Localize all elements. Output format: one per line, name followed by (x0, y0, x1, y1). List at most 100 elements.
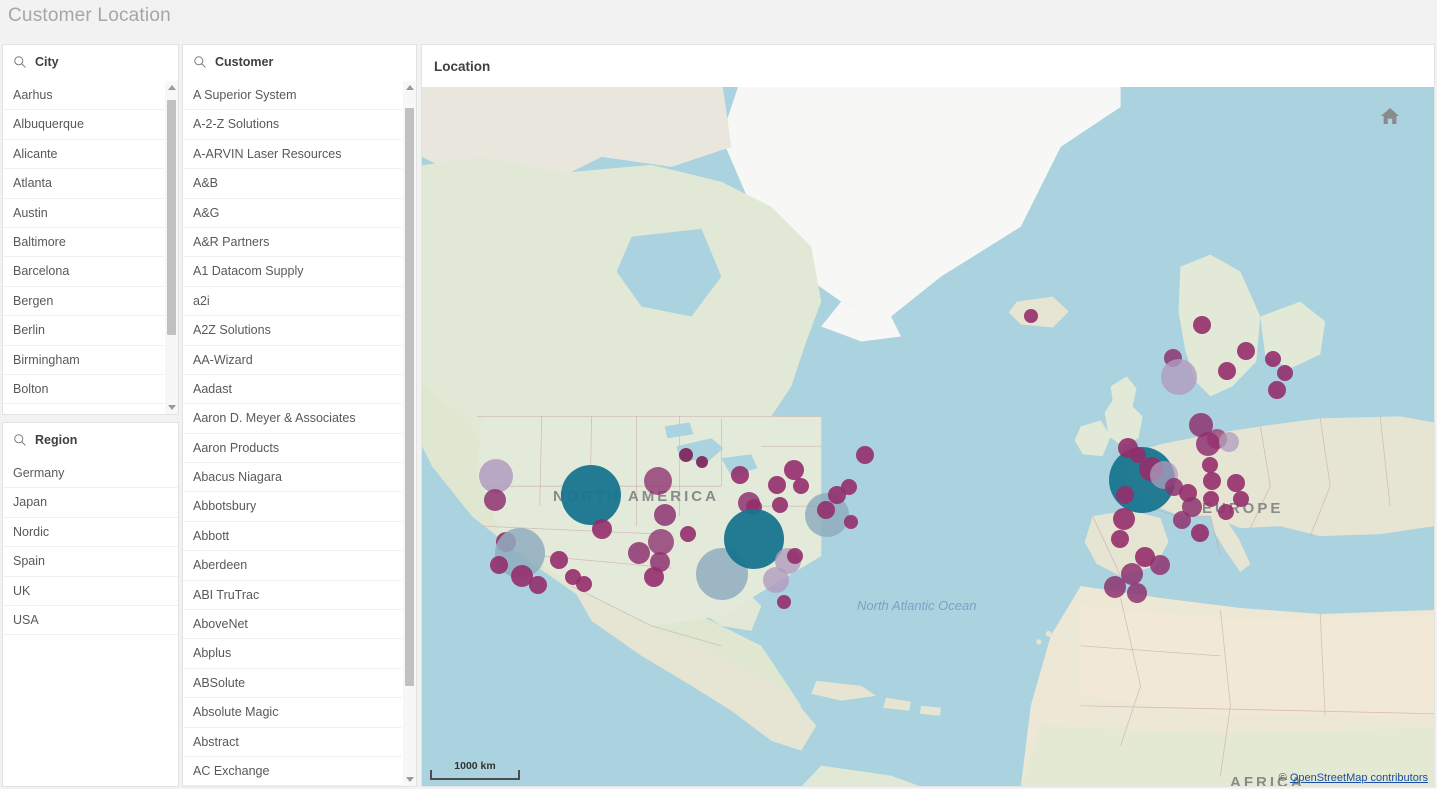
openstreetmap-link[interactable]: OpenStreetMap contributors (1290, 772, 1428, 784)
map-bubble[interactable] (561, 465, 621, 525)
customer-list-item[interactable]: Abplus (183, 639, 402, 669)
map-bubble[interactable] (679, 448, 693, 462)
map-bubble[interactable] (1127, 583, 1147, 603)
map-bubble[interactable] (644, 467, 672, 495)
customer-list-item[interactable]: Absolute Magic (183, 698, 402, 728)
customer-list-item[interactable]: A1 Datacom Supply (183, 257, 402, 287)
map-bubble[interactable] (1218, 504, 1234, 520)
map-bubble[interactable] (1233, 491, 1249, 507)
city-list-item[interactable]: Baltimore (3, 227, 164, 258)
customer-list-item[interactable]: A2Z Solutions (183, 316, 402, 346)
map-bubble[interactable] (1277, 365, 1293, 381)
map-bubble[interactable] (680, 526, 696, 542)
map-bubble[interactable] (1203, 472, 1221, 490)
city-list-item[interactable]: Bolton (3, 374, 164, 405)
city-list-item[interactable]: Austin (3, 198, 164, 228)
region-list-items[interactable]: Germany Japan Nordic Spain UK USA (3, 459, 178, 786)
city-list-items[interactable]: Aarhus Albuquerque Alicante Atlanta Austin Ba… (3, 81, 164, 414)
customer-scrollbar-thumb[interactable] (405, 107, 414, 687)
map-bubble[interactable] (592, 519, 612, 539)
map-bubble[interactable] (1202, 457, 1218, 473)
map-bubble[interactable] (777, 595, 791, 609)
map-bubble[interactable] (1227, 474, 1245, 492)
map-bubble[interactable] (1173, 511, 1191, 529)
map-bubble[interactable] (1024, 309, 1038, 323)
customer-filter-header[interactable]: Customer (183, 45, 416, 80)
map-bubble[interactable] (529, 576, 547, 594)
map-bubble[interactable] (576, 576, 592, 592)
region-list-item[interactable]: USA (3, 605, 178, 636)
customer-scroll-up-arrow[interactable] (403, 81, 416, 94)
customer-list-item[interactable]: A-2-Z Solutions (183, 110, 402, 140)
map-bubble[interactable] (856, 446, 874, 464)
map-bubble[interactable] (793, 478, 809, 494)
region-list-item[interactable]: Germany (3, 459, 178, 489)
map-bubble[interactable] (844, 515, 858, 529)
region-filter-header[interactable]: Region (3, 423, 178, 458)
city-list-item[interactable]: Albuquerque (3, 110, 164, 140)
city-list[interactable]: Aarhus Albuquerque Alicante Atlanta Austin Ba… (3, 81, 178, 414)
map-bubble[interactable] (784, 460, 804, 480)
home-icon[interactable] (1380, 106, 1400, 126)
city-filter-header[interactable]: City (3, 45, 178, 80)
map-bubble[interactable] (1203, 491, 1219, 507)
customer-list-item[interactable]: Abbotsbury (183, 492, 402, 522)
customer-list-item[interactable]: Aaron D. Meyer & Associates (183, 404, 402, 434)
map-bubble[interactable] (696, 456, 708, 468)
map-bubble[interactable] (1113, 508, 1135, 530)
map-bubble[interactable] (1150, 555, 1170, 575)
map-bubble[interactable] (484, 489, 506, 511)
map-bubble[interactable] (628, 542, 650, 564)
city-list-item[interactable]: Bergen (3, 286, 164, 317)
region-list-item[interactable]: UK (3, 576, 178, 606)
customer-list-item[interactable]: A&G (183, 198, 402, 228)
map-bubble[interactable] (1193, 316, 1211, 334)
map-bubble[interactable] (1161, 359, 1197, 395)
map-bubble[interactable] (1268, 381, 1286, 399)
customer-list-item[interactable]: Abstract (183, 727, 402, 757)
map-viewport[interactable]: NORTH AMERICA EUROPE AFRICA North Atlantic… (422, 87, 1434, 786)
customer-list-item[interactable]: Aadast (183, 374, 402, 405)
customer-list-item[interactable]: ABI TruTrac (183, 580, 402, 611)
customer-list-item[interactable]: AA-Wizard (183, 345, 402, 375)
map-bubble[interactable] (787, 548, 803, 564)
map-bubble[interactable] (841, 479, 857, 495)
city-list-item[interactable]: Birmingham (3, 345, 164, 375)
city-list-item[interactable]: Alicante (3, 139, 164, 170)
city-scroll-up-arrow[interactable] (165, 81, 178, 94)
map-bubble[interactable] (1237, 342, 1255, 360)
map-bubble[interactable] (772, 497, 788, 513)
map-bubble[interactable] (1116, 486, 1134, 504)
customer-list-item[interactable]: a2i (183, 286, 402, 317)
map-bubble[interactable] (1191, 524, 1209, 542)
customer-list-item[interactable]: AboveNet (183, 610, 402, 640)
customer-list-item[interactable]: Aaron Products (183, 433, 402, 464)
map-bubble[interactable] (490, 556, 508, 574)
customer-list-item[interactable]: Aberdeen (183, 551, 402, 581)
map-bubble[interactable] (1265, 351, 1281, 367)
customer-scroll-down-arrow[interactable] (403, 773, 416, 786)
map-bubble[interactable] (1218, 362, 1236, 380)
customer-list-item[interactable]: A&R Partners (183, 227, 402, 258)
city-scrollbar-thumb[interactable] (167, 100, 176, 335)
customer-list-item[interactable]: A&B (183, 169, 402, 199)
city-scroll-down-arrow[interactable] (165, 401, 178, 414)
city-list-item[interactable]: Berlin (3, 316, 164, 346)
map-bubble[interactable] (1219, 432, 1239, 452)
customer-scrollbar[interactable] (403, 81, 416, 786)
customer-list-item[interactable]: A-ARVIN Laser Resources (183, 139, 402, 170)
customer-list[interactable]: A Superior System A-2-Z Solutions A-ARVIN … (183, 81, 416, 786)
customer-list-items[interactable]: A Superior System A-2-Z Solutions A-ARVIN … (183, 81, 402, 786)
region-list-item[interactable]: Japan (3, 488, 178, 518)
customer-list-item[interactable]: AC Exchange (183, 756, 402, 786)
map-bubble[interactable] (768, 476, 786, 494)
map-bubble[interactable] (654, 504, 676, 526)
map-bubble[interactable] (1104, 576, 1126, 598)
region-list-item[interactable]: Nordic (3, 517, 178, 548)
customer-list-item[interactable]: Abacus Niagara (183, 463, 402, 493)
city-list-item[interactable]: Barcelona (3, 257, 164, 287)
customer-list-item[interactable]: Abbott (183, 521, 402, 552)
city-list-item[interactable]: Aarhus (3, 81, 164, 111)
region-list[interactable]: Germany Japan Nordic Spain UK USA (3, 459, 178, 786)
city-scrollbar[interactable] (165, 81, 178, 414)
